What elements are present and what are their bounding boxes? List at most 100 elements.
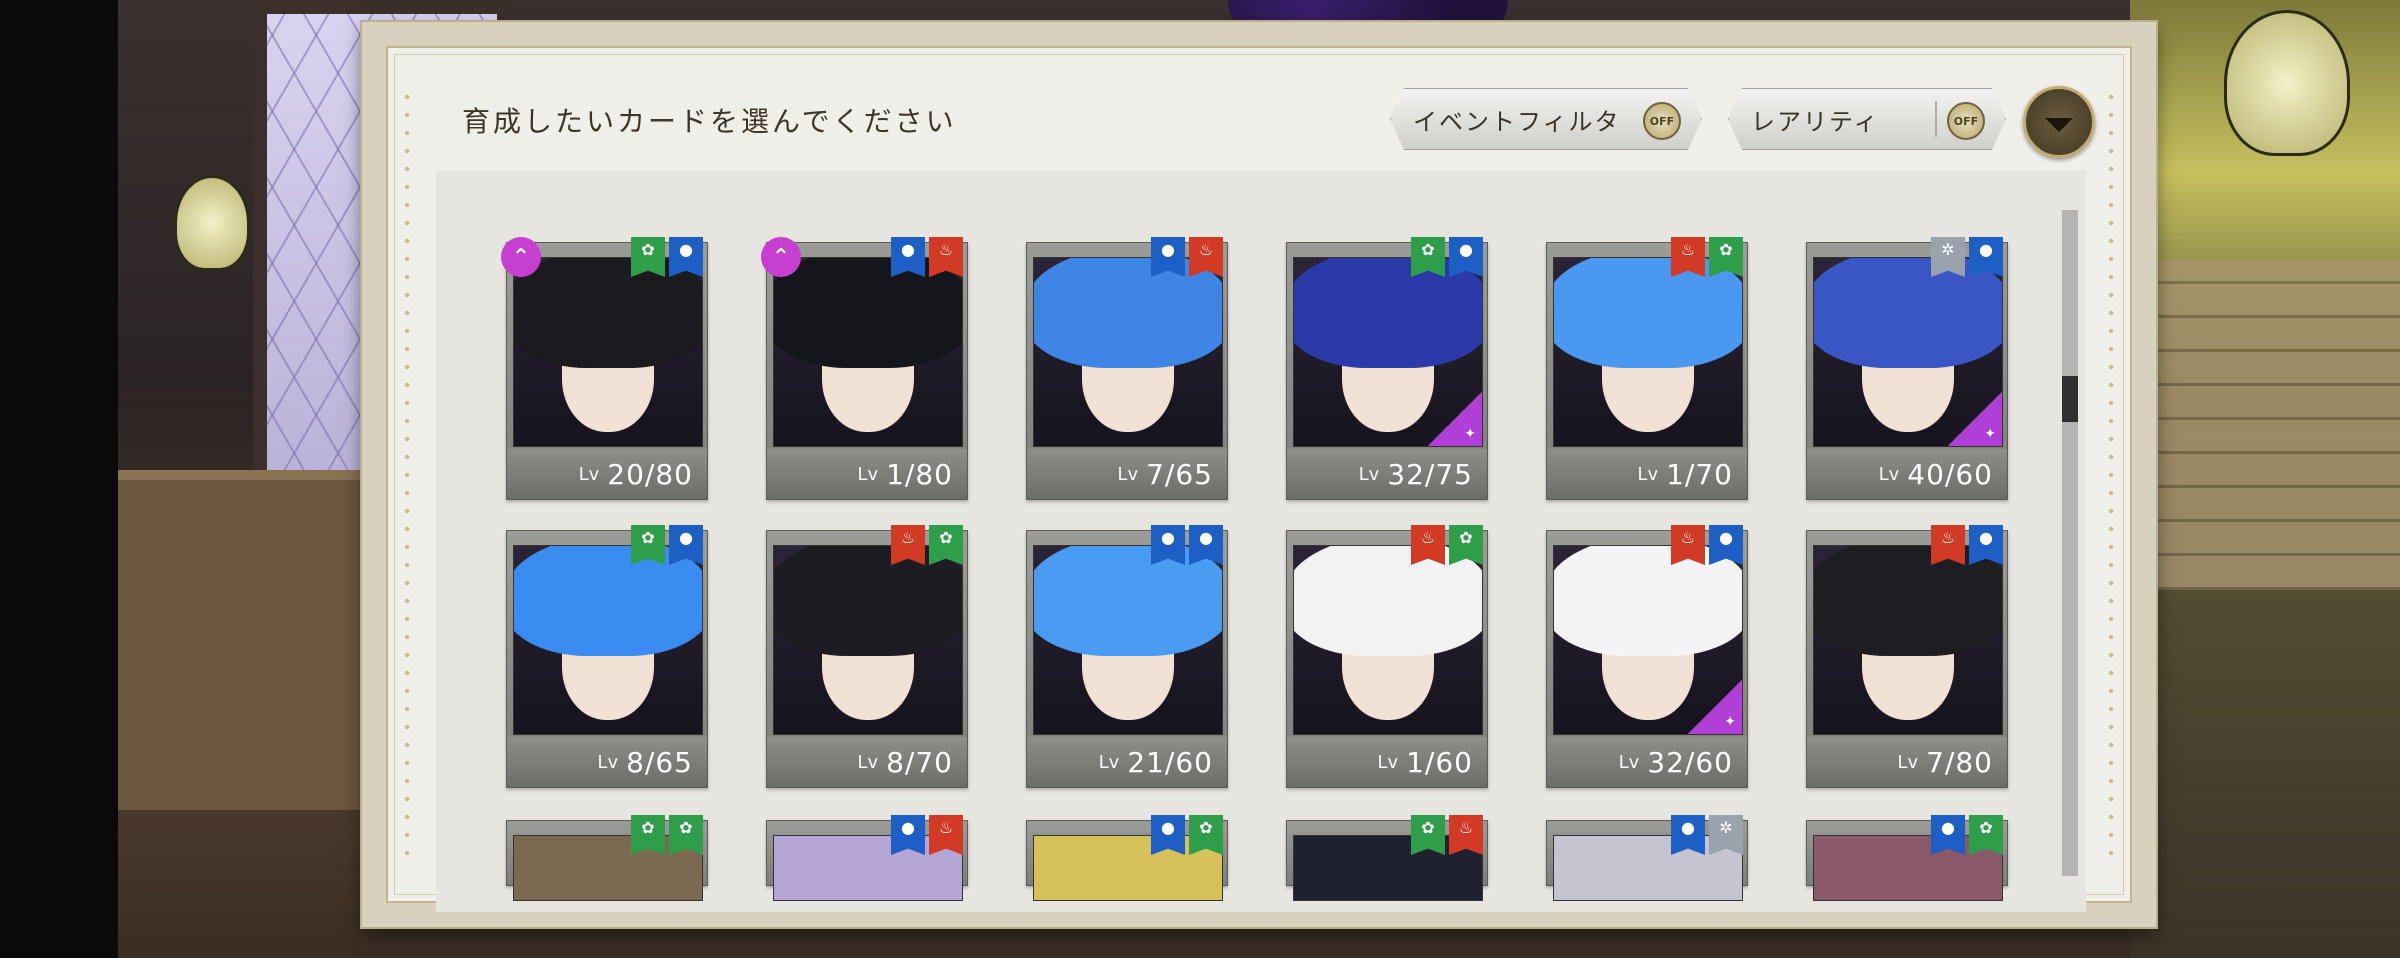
level-value: 20/80 (607, 457, 693, 491)
blue-attribute-icon: ● (891, 815, 925, 855)
card-level-bar: Lv 21/60 (1027, 737, 1227, 787)
character-card[interactable]: Lv 1/70 ♨ ✿ (1546, 237, 1748, 500)
level-prefix: Lv (1637, 463, 1659, 485)
blue-attribute-icon: ● (1151, 237, 1185, 277)
character-card[interactable]: ✿ ✿ (506, 815, 708, 901)
attribute-badges: ● ♨ (891, 237, 963, 277)
red-attribute-icon: ♨ (1671, 525, 1705, 565)
blue-attribute-icon: ● (1969, 237, 2003, 277)
blue-attribute-icon: ● (891, 237, 925, 277)
level-prefix: Lv (1358, 463, 1380, 485)
attribute-badges: ● ✿ (1931, 815, 2003, 855)
green-attribute-icon: ✿ (631, 237, 665, 277)
character-card[interactable]: Lv 8/65 ✿ ● (506, 525, 708, 788)
level-value: 40/60 (1907, 457, 1993, 491)
blue-attribute-icon: ● (1931, 815, 1965, 855)
character-card[interactable]: Lv 20/80 ✿ ● ⌃ (501, 237, 708, 500)
attribute-badges: ✿ ✿ (631, 815, 703, 855)
scrollbar-track[interactable] (2062, 210, 2078, 876)
level-value: 32/75 (1387, 457, 1473, 491)
chevron-down-icon (2045, 118, 2073, 132)
hanging-lamp-icon (2224, 10, 2350, 156)
attribute-badges: ♨ ✿ (1671, 237, 1743, 277)
red-attribute-icon: ♨ (929, 237, 963, 277)
character-card[interactable]: Lv 1/80 ● ♨ ⌃ (761, 237, 968, 500)
rare-corner-icon: ✦ (1948, 392, 2002, 446)
character-card[interactable]: ● ♨ (766, 815, 968, 901)
level-value: 8/65 (626, 745, 693, 779)
level-prefix: Lv (597, 751, 619, 773)
green-attribute-icon: ✿ (1411, 237, 1445, 277)
green-attribute-icon: ✿ (631, 815, 665, 855)
card-level-bar: Lv 7/80 (1807, 737, 2007, 787)
hanging-lamp-icon (174, 175, 250, 271)
green-attribute-icon: ✿ (669, 815, 703, 855)
attribute-badges: ● ✿ (1151, 815, 1223, 855)
attribute-badges: ♨ ● (1671, 525, 1743, 565)
rarity-filter-button[interactable]: レアリティ OFF (1728, 88, 2006, 150)
character-card[interactable]: ● ✿ (1806, 815, 2008, 901)
blue-attribute-icon: ● (1671, 815, 1705, 855)
card-portrait (513, 545, 703, 735)
blue-attribute-icon: ● (1189, 525, 1223, 565)
blue-attribute-icon: ● (1709, 525, 1743, 565)
attribute-badges: ✿ ♨ (1411, 815, 1483, 855)
attribute-badges: ♨ ● (1931, 525, 2003, 565)
rare-corner-icon: ✦ (1688, 680, 1742, 734)
character-card[interactable]: Lv 8/70 ♨ ✿ (766, 525, 968, 788)
character-card[interactable]: Lv 21/60 ● ● (1026, 525, 1228, 788)
level-prefix: Lv (857, 463, 879, 485)
red-attribute-icon: ♨ (1189, 237, 1223, 277)
event-filter-button[interactable]: イベントフィルタ OFF (1390, 88, 1702, 150)
level-prefix: Lv (1618, 751, 1640, 773)
attribute-badges: ● ♨ (891, 815, 963, 855)
red-attribute-icon: ♨ (1411, 525, 1445, 565)
rarity-filter-toggle[interactable]: OFF (1947, 102, 1985, 140)
green-attribute-icon: ✿ (929, 525, 963, 565)
card-level-bar: Lv 8/70 (767, 737, 967, 787)
red-attribute-icon: ♨ (929, 815, 963, 855)
character-card[interactable]: ✦ Lv 40/60 ✲ ● (1806, 237, 2008, 500)
card-grid: Lv 20/80 ✿ ● ⌃ Lv 1/80 ● ♨ ⌃ Lv 7/65 ● ♨ ✦ Lv 32/75 ✿ ● Lv 1… (436, 170, 2086, 912)
character-card[interactable]: ● ✿ (1026, 815, 1228, 901)
green-attribute-icon: ✿ (1411, 815, 1445, 855)
character-card[interactable]: Lv 7/65 ● ♨ (1026, 237, 1228, 500)
sort-toggle-button[interactable] (2023, 86, 2095, 158)
event-filter-toggle[interactable]: OFF (1643, 102, 1681, 140)
card-select-dialog: 育成したいカードを選んでください イベントフィルタ OFF レアリティ OFF … (362, 22, 2156, 927)
card-level-bar: Lv 1/70 (1547, 449, 1747, 499)
card-portrait (773, 257, 963, 447)
attribute-badges: ♨ ✿ (1411, 525, 1483, 565)
level-value: 7/80 (1926, 745, 1993, 779)
level-value: 21/60 (1127, 745, 1213, 779)
character-card[interactable]: ✿ ♨ (1286, 815, 1488, 901)
dialog-title: 育成したいカードを選んでください (462, 105, 957, 138)
attribute-badges: ✲ ● (1931, 237, 2003, 277)
attribute-badges: ♨ ✿ (891, 525, 963, 565)
card-portrait (1813, 545, 2003, 735)
attribute-badges: ● ✲ (1671, 815, 1743, 855)
level-value: 1/70 (1666, 457, 1733, 491)
blue-attribute-icon: ● (669, 237, 703, 277)
level-prefix: Lv (857, 751, 879, 773)
character-card[interactable]: ✦ Lv 32/75 ✿ ● (1286, 237, 1488, 500)
character-card[interactable]: ● ✲ (1546, 815, 1748, 901)
level-prefix: Lv (578, 463, 600, 485)
attribute-badges: ● ● (1151, 525, 1223, 565)
character-card[interactable]: ✦ Lv 32/60 ♨ ● (1546, 525, 1748, 788)
blue-attribute-icon: ● (669, 525, 703, 565)
card-portrait (773, 545, 963, 735)
card-portrait (1553, 257, 1743, 447)
scrollbar-thumb[interactable] (2062, 376, 2078, 422)
character-card[interactable]: Lv 7/80 ♨ ● (1806, 525, 2008, 788)
card-portrait (1033, 257, 1223, 447)
rare-corner-icon: ✦ (1428, 392, 1482, 446)
character-card[interactable]: Lv 1/60 ♨ ✿ (1286, 525, 1488, 788)
level-prefix: Lv (1377, 751, 1399, 773)
rank-up-icon: ⌃ (501, 237, 541, 277)
level-value: 8/70 (886, 745, 953, 779)
level-value: 7/65 (1146, 457, 1213, 491)
blue-attribute-icon: ● (1151, 525, 1185, 565)
frame-dots (404, 88, 410, 861)
card-portrait: ✦ (1293, 257, 1483, 447)
